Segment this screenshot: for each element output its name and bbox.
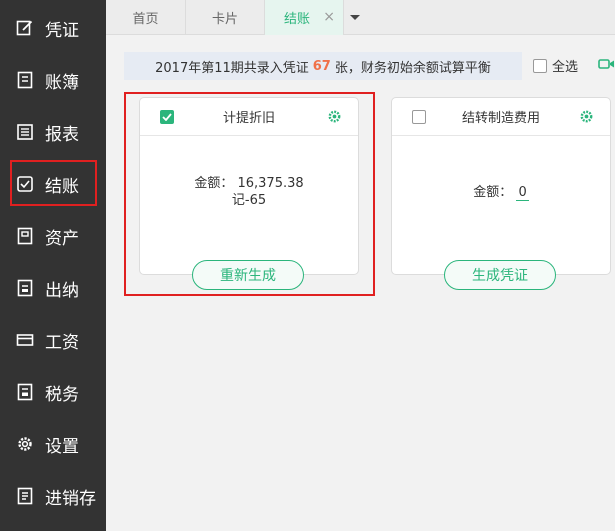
caret-down-icon — [350, 14, 360, 20]
ledger-icon — [16, 71, 34, 89]
gear-icon — [16, 435, 34, 453]
tab-label: 卡片 — [211, 12, 238, 27]
select-all-label: 全选 — [552, 60, 579, 75]
sidebar-item-label: 凭证 — [45, 20, 79, 41]
gear-icon[interactable] — [327, 109, 342, 124]
card-checkbox[interactable] — [412, 110, 426, 124]
voucher-number[interactable]: 记-65 — [232, 192, 266, 209]
amount-row: 金额： 0 — [473, 184, 529, 201]
sidebar-item-settings[interactable]: 设置 — [0, 418, 106, 470]
tab-bar: 首页 卡片 结账 × — [106, 0, 615, 35]
sidebar: 凭证 账簿 报表 结账 资产 出纳 工资 税务 设置 进销存 — [0, 0, 106, 531]
card-header: 计提折旧 — [140, 98, 358, 136]
checkout-icon — [16, 175, 34, 193]
sidebar-item-inventory[interactable]: 进销存 — [0, 470, 106, 522]
tab-dropdown-button[interactable] — [344, 0, 366, 35]
edit-icon — [16, 19, 34, 37]
report-icon — [16, 123, 34, 141]
sidebar-item-label: 工资 — [45, 332, 79, 353]
asset-icon — [16, 227, 34, 245]
select-all-checkbox[interactable]: 全选 — [533, 56, 578, 75]
tab-checkout[interactable]: 结账 × — [265, 0, 344, 35]
salary-icon — [16, 331, 34, 349]
sidebar-item-label: 税务 — [45, 384, 79, 405]
close-icon[interactable]: × — [323, 9, 335, 25]
amount-row: 金额： 16,375.38 — [194, 175, 303, 192]
sidebar-item-label: 结账 — [45, 176, 79, 197]
card-body: 金额： 0 — [392, 137, 610, 247]
amount-value[interactable]: 0 — [516, 184, 529, 201]
sidebar-item-salary[interactable]: 工资 — [0, 314, 106, 366]
sidebar-item-asset[interactable]: 资产 — [0, 210, 106, 262]
inventory-icon — [16, 487, 34, 505]
card-title: 结转制造费用 — [461, 111, 540, 126]
depreciation-card: 计提折旧 金额： 16,375.38 记-65 重新生成 — [139, 97, 359, 290]
checkbox-box[interactable] — [533, 58, 547, 73]
amount-label: 金额： — [473, 184, 513, 200]
video-icon[interactable] — [598, 58, 615, 70]
summary-suffix: 张，财务初始余额试算平衡 — [334, 60, 491, 76]
sidebar-item-report[interactable]: 报表 — [0, 106, 106, 158]
summary-prefix: 2017年第11期共录入凭证 — [155, 60, 309, 76]
amount-value: 16,375.38 — [237, 176, 304, 191]
sidebar-item-label: 出纳 — [45, 280, 79, 301]
gear-icon[interactable] — [579, 109, 594, 124]
tab-label: 首页 — [132, 12, 159, 27]
period-summary-bar: 2017年第11期共录入凭证 67 张，财务初始余额试算平衡 — [124, 52, 522, 80]
sidebar-item-tax[interactable]: 税务 — [0, 366, 106, 418]
sidebar-item-checkout[interactable]: 结账 — [0, 158, 106, 210]
tab-label: 结账 — [283, 12, 310, 27]
card-checkbox-checked[interactable] — [160, 110, 174, 124]
amount-label: 金额： — [194, 176, 234, 191]
sidebar-item-label: 设置 — [45, 436, 79, 457]
sidebar-item-label: 进销存 — [45, 488, 96, 509]
sidebar-item-label: 账簿 — [45, 72, 79, 93]
sidebar-item-cashier[interactable]: 出纳 — [0, 262, 106, 314]
cashier-icon — [16, 279, 34, 297]
tab-card[interactable]: 卡片 — [186, 0, 265, 35]
sidebar-item-ledger[interactable]: 账簿 — [0, 54, 106, 106]
tax-icon — [16, 383, 34, 401]
card-body: 金额： 16,375.38 记-65 — [140, 137, 358, 247]
generate-voucher-button[interactable]: 生成凭证 — [444, 260, 556, 290]
checkmark-icon — [162, 113, 172, 121]
sidebar-item-label: 报表 — [45, 124, 79, 145]
sidebar-item-voucher[interactable]: 凭证 — [0, 2, 106, 54]
sidebar-item-label: 资产 — [45, 228, 79, 249]
card-title: 计提折旧 — [222, 111, 275, 126]
card-header: 结转制造费用 — [392, 98, 610, 136]
tab-home[interactable]: 首页 — [106, 0, 186, 35]
voucher-count: 67 — [312, 58, 331, 74]
manufacturing-cost-card: 结转制造费用 金额： 0 生成凭证 — [391, 97, 611, 290]
regenerate-button[interactable]: 重新生成 — [192, 260, 304, 290]
